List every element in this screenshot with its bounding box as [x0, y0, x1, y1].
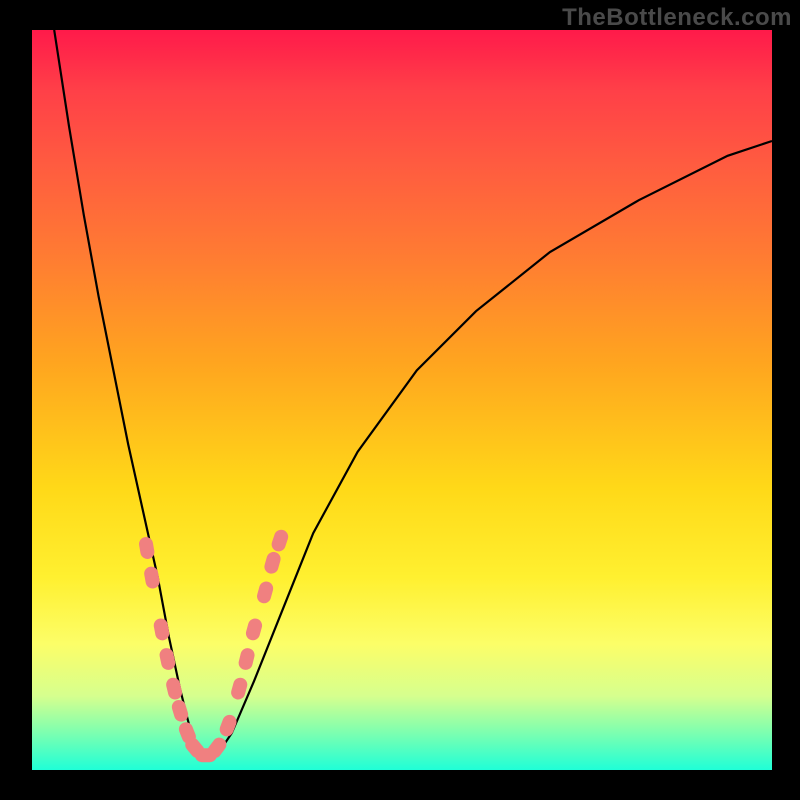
marker-point — [244, 617, 263, 642]
marker-point — [237, 647, 256, 672]
highlight-markers — [138, 528, 290, 762]
marker-point — [143, 566, 161, 590]
marker-point — [263, 550, 282, 575]
marker-point — [255, 580, 274, 605]
marker-point — [270, 528, 290, 553]
marker-point — [165, 676, 184, 701]
marker-point — [153, 617, 171, 641]
watermark-text: TheBottleneck.com — [562, 4, 792, 32]
bottleneck-curve-line — [54, 30, 772, 755]
marker-point — [158, 647, 176, 671]
chart-svg — [32, 30, 772, 770]
marker-point — [218, 713, 239, 739]
